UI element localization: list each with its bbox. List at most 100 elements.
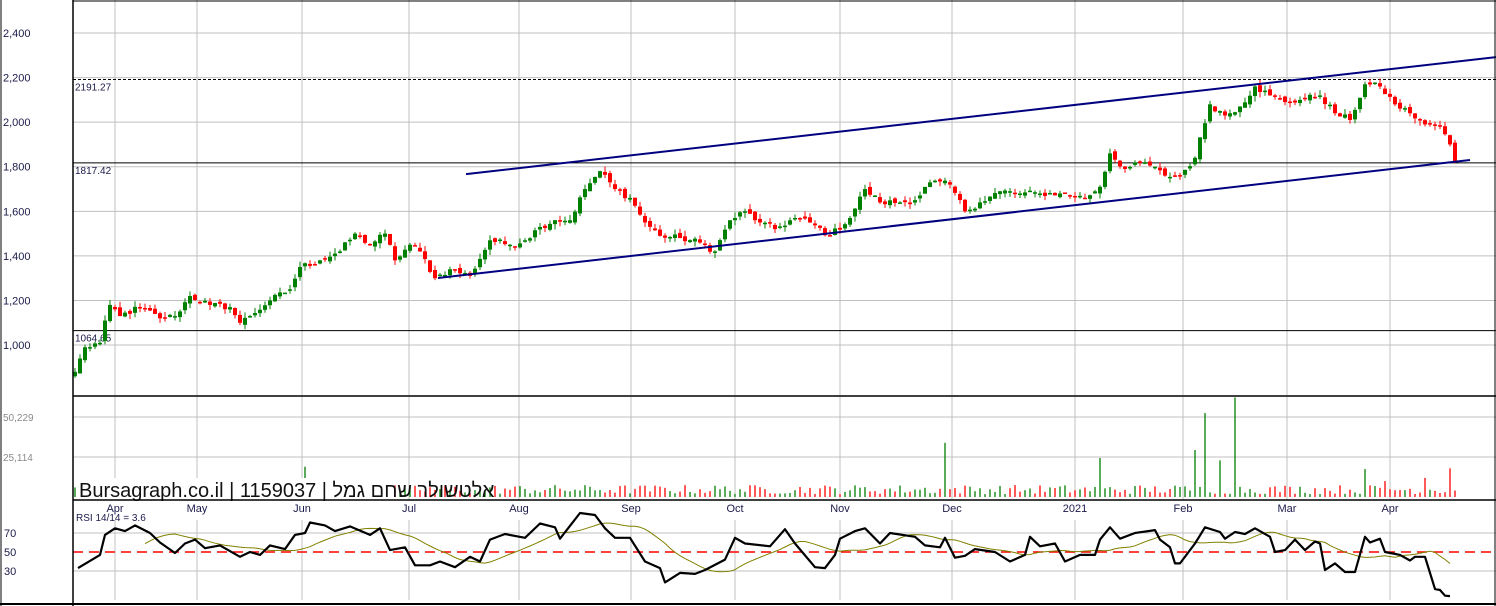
month-label: Feb [1174, 503, 1193, 515]
candle-body [633, 197, 637, 206]
candle-body [923, 186, 927, 194]
candle-body [1123, 166, 1127, 169]
candle-body [693, 238, 697, 242]
candle-body [398, 256, 402, 260]
candle-body [273, 294, 277, 302]
candle-body [173, 316, 177, 318]
candle-body [1083, 197, 1087, 200]
candle-body [1268, 89, 1272, 96]
candle-body [773, 224, 777, 230]
candle-body [713, 251, 717, 253]
price-tick-label: 1,200 [3, 295, 31, 307]
candle-body [148, 308, 152, 311]
candle-body [983, 201, 987, 203]
candle-body [1023, 192, 1027, 196]
candle-body [998, 191, 1002, 195]
candle-body [298, 267, 302, 278]
candle-body [1323, 97, 1327, 105]
candle-body [1018, 193, 1022, 195]
candle-body [1273, 95, 1277, 97]
candle-body [403, 249, 407, 258]
candle-body [558, 220, 562, 222]
month-label: Mar [1278, 503, 1297, 515]
price-tick-label: 2,000 [3, 117, 31, 129]
price-level-label: 2191.27 [75, 83, 112, 94]
candle-body [488, 240, 492, 250]
candle-body [793, 218, 797, 220]
candle-body [143, 308, 147, 310]
candle-body [1358, 97, 1362, 110]
candle-body [348, 239, 352, 242]
candle-body [968, 209, 972, 212]
candle-body [933, 180, 937, 183]
candle-body [318, 260, 322, 264]
candle-body [758, 218, 762, 223]
candle-body [213, 303, 217, 307]
candle-body [728, 220, 732, 229]
candle-body [203, 300, 207, 303]
price-tick-label: 1,800 [3, 162, 31, 174]
candle-body [1158, 167, 1162, 171]
candle-body [568, 220, 572, 223]
price-tick-label: 1,000 [3, 340, 31, 352]
candle-body [638, 206, 642, 215]
candle-body [408, 244, 412, 251]
candle-body [913, 200, 917, 203]
candle-body [1198, 137, 1202, 160]
candle-body [1328, 104, 1332, 107]
candle-body [1353, 109, 1357, 120]
candle-body [303, 263, 307, 267]
candle-body [1058, 193, 1062, 198]
candle-body [883, 201, 887, 205]
candle-body [683, 236, 687, 242]
candle-body [1433, 124, 1437, 126]
candle-body [938, 179, 942, 182]
candle-body [1203, 123, 1207, 140]
candle-body [123, 312, 127, 317]
candle-body [268, 300, 272, 306]
candle-body [1338, 113, 1342, 117]
candle-body [1393, 96, 1397, 105]
candle-body [193, 294, 197, 301]
candle-body [1238, 106, 1242, 113]
candle-body [1088, 195, 1092, 199]
candle-body [538, 226, 542, 230]
candle-body [973, 208, 977, 211]
candle-body [1283, 96, 1287, 103]
candle-body [1313, 96, 1317, 99]
candle-body [1453, 142, 1457, 163]
month-label: May [187, 503, 208, 515]
candle-body [78, 358, 82, 374]
candle-body [1228, 113, 1232, 117]
candle-body [628, 197, 632, 200]
candle-body [358, 235, 362, 237]
candle-body [1013, 192, 1017, 195]
candle-body [878, 197, 882, 203]
candle-body [313, 264, 317, 266]
candle-body [663, 235, 667, 238]
candlesticks [73, 78, 1457, 378]
month-label: Jun [293, 503, 311, 515]
candle-body [953, 186, 957, 193]
candle-body [1413, 113, 1417, 119]
rsi-tick-label: 50 [4, 547, 16, 559]
candle-body [323, 258, 327, 260]
candle-body [1298, 99, 1302, 104]
candle-body [1118, 160, 1122, 167]
candle-body [528, 238, 532, 241]
candle-body [688, 240, 692, 243]
candle-body [623, 188, 627, 199]
watermark: Bursagraph.co.il | 1159037 | אלטשולר שחם… [76, 478, 495, 502]
candle-body [763, 222, 767, 225]
candle-body [1168, 176, 1172, 179]
candle-body [943, 180, 947, 184]
candle-body [588, 183, 592, 192]
candle-body [893, 198, 897, 204]
candle-body [678, 232, 682, 239]
candle-body [748, 209, 752, 214]
candle-body [308, 263, 312, 266]
candle-body [113, 306, 117, 310]
candle-body [1073, 195, 1077, 198]
candle-body [1068, 195, 1072, 197]
candle-body [333, 253, 337, 257]
